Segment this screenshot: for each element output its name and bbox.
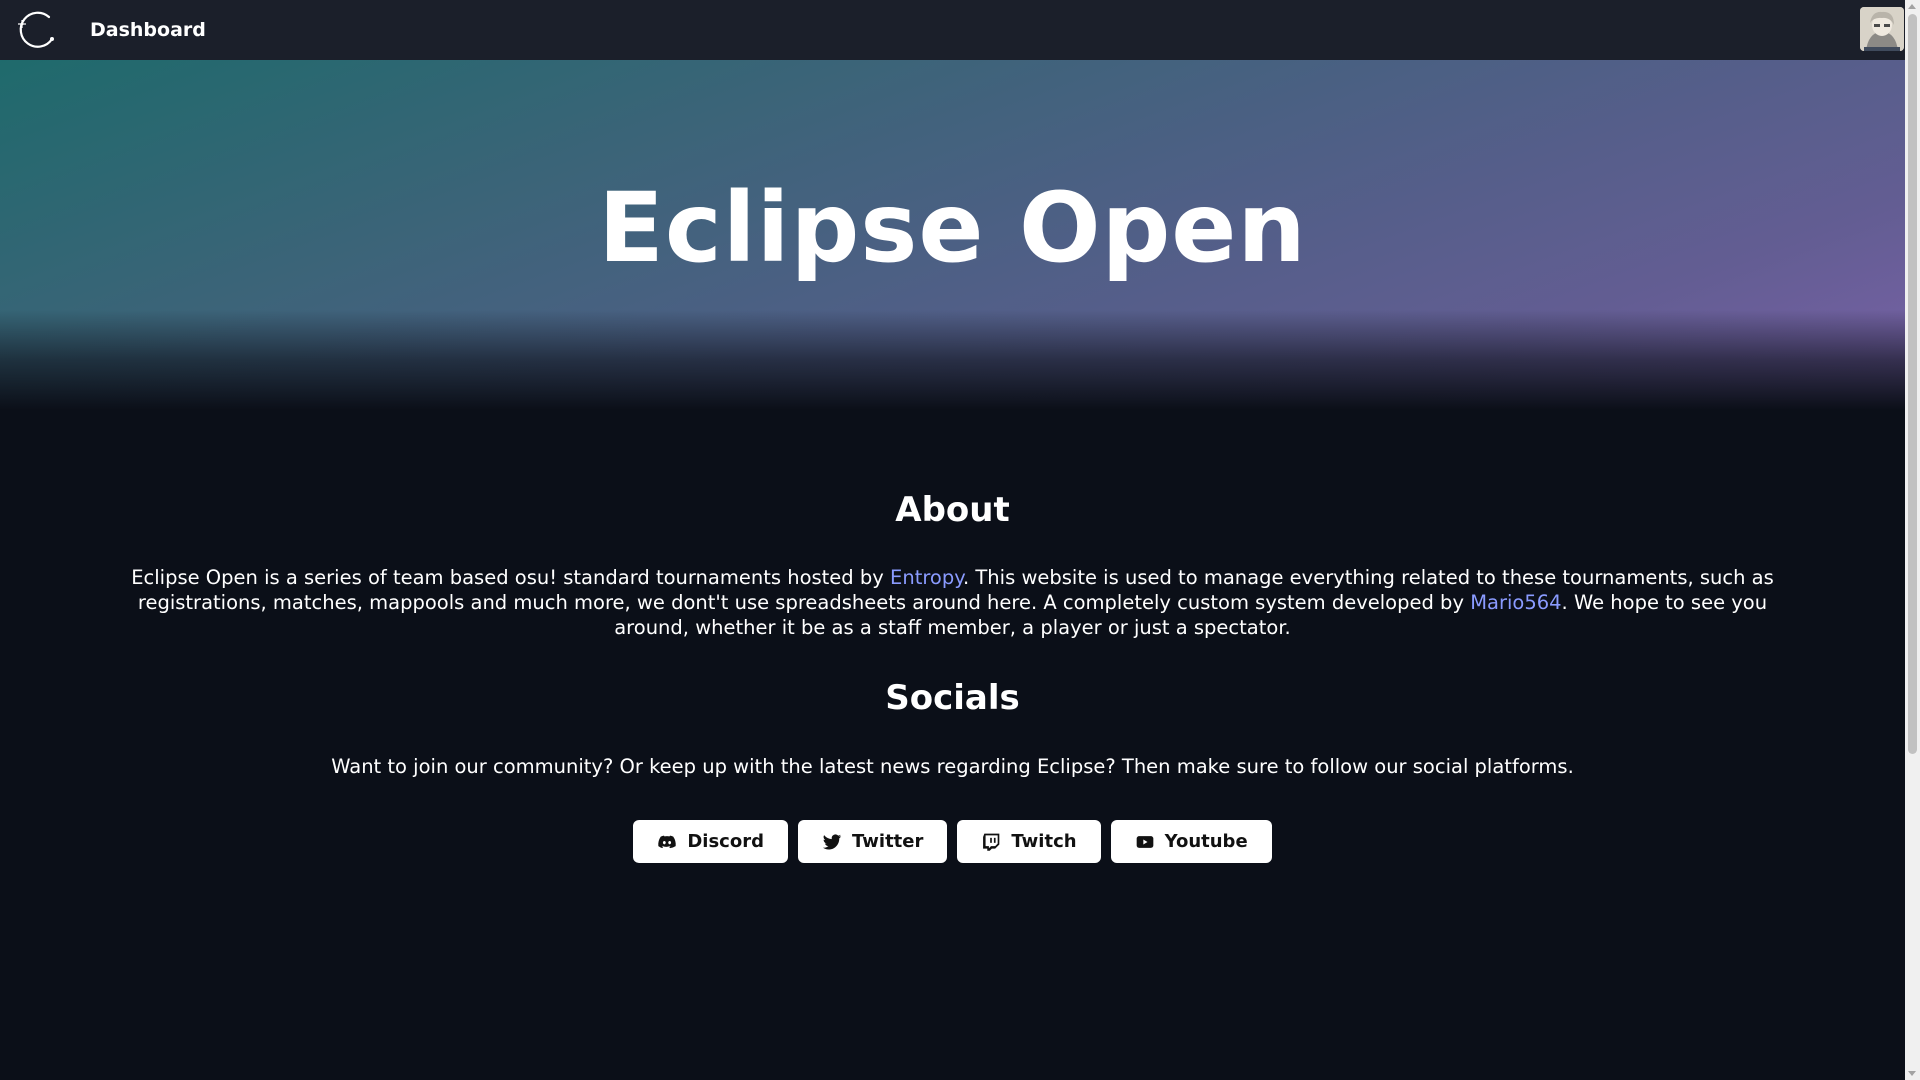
discord-icon — [657, 832, 677, 852]
twitch-label: Twitch — [1011, 831, 1077, 852]
twitter-button[interactable]: Twitter — [797, 820, 948, 863]
discord-button[interactable]: Discord — [633, 820, 788, 863]
about-heading: About — [895, 490, 1010, 530]
eclipse-logo-icon[interactable] — [14, 8, 58, 52]
twitch-icon — [981, 832, 1001, 852]
scroll-thumb[interactable] — [1908, 14, 1917, 754]
page: Dashboard Eclipse Open About Eclipse Ope… — [0, 0, 1920, 1080]
user-avatar-icon[interactable] — [1860, 7, 1904, 51]
twitch-button[interactable]: Twitch — [957, 820, 1101, 863]
twitter-label: Twitter — [851, 831, 924, 852]
hero-banner: Eclipse Open — [0, 60, 1905, 410]
discord-label: Discord — [687, 831, 764, 852]
scroll-down-arrow-icon[interactable] — [1908, 1071, 1916, 1076]
socials-paragraph: Want to join our community? Or keep up w… — [331, 755, 1574, 778]
nav-link-dashboard[interactable]: Dashboard — [90, 0, 206, 60]
youtube-label: Youtube — [1164, 831, 1248, 852]
entropy-link[interactable]: Entropy — [890, 566, 963, 589]
youtube-icon — [1135, 832, 1155, 852]
social-buttons: Discord Twitter Twitch Youtube — [0, 820, 1905, 863]
top-navbar: Dashboard — [0, 0, 1905, 60]
youtube-button[interactable]: Youtube — [1110, 820, 1272, 863]
scroll-up-arrow-icon[interactable] — [1908, 4, 1916, 9]
twitter-icon — [822, 832, 842, 852]
mario564-link[interactable]: Mario564 — [1470, 591, 1561, 614]
hero-title: Eclipse Open — [598, 172, 1307, 284]
about-paragraph: Eclipse Open is a series of team based o… — [110, 565, 1795, 640]
page-scrollbar[interactable] — [1905, 0, 1920, 1080]
about-text-part1: Eclipse Open is a series of team based o… — [131, 566, 891, 589]
socials-heading: Socials — [885, 678, 1020, 718]
